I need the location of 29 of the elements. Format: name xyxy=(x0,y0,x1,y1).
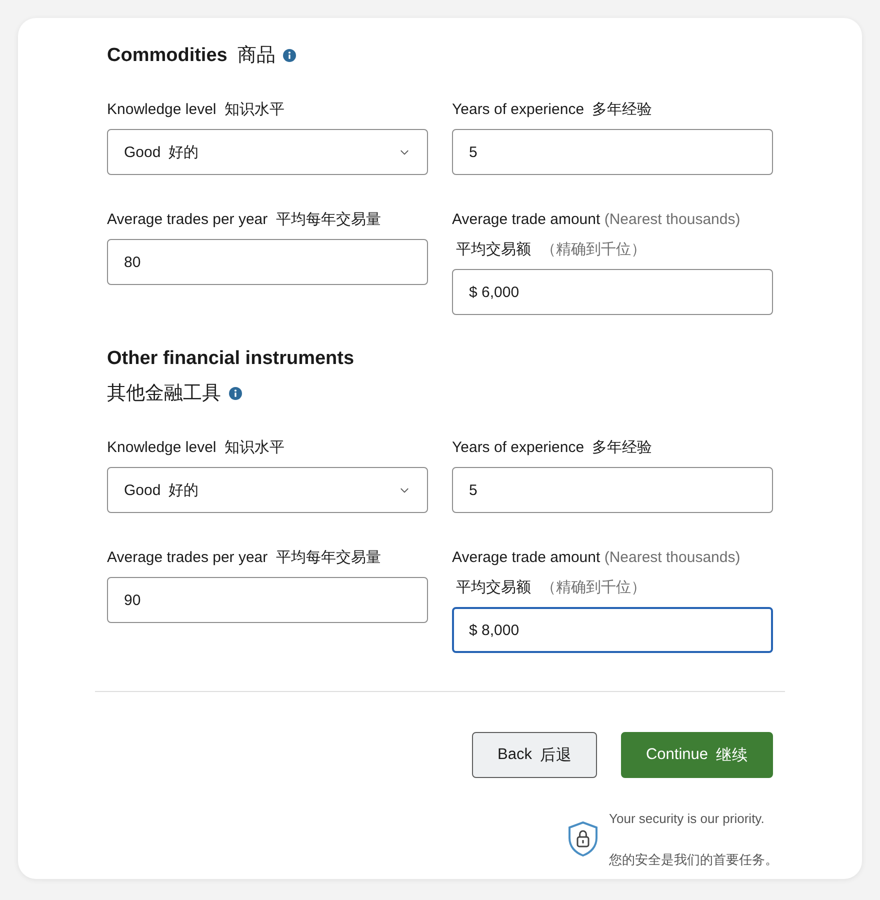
section-title: 其他金融工具 xyxy=(107,382,221,406)
security-note: Your security is our priority. xyxy=(609,810,766,827)
field-label: Average trade amount (Nearest thousands) 平均交易额 （精确到千位） xyxy=(452,210,742,260)
input-field[interactable]: 5 xyxy=(452,129,773,175)
field-label: Average trades per year 平均每年交易量 xyxy=(107,210,382,230)
field-label: Knowledge level 知识水平 xyxy=(107,100,286,120)
field-label: Knowledge level 知识水平 xyxy=(107,438,286,458)
input-field[interactable]: $ 8,000 xyxy=(452,607,773,653)
input-field[interactable]: 90 xyxy=(107,577,428,623)
input-field[interactable]: 5 xyxy=(452,467,773,513)
security-note: 您的安全是我们的首要任务。 xyxy=(609,851,778,868)
section-title: 商品 xyxy=(237,44,276,68)
back-button[interactable]: Back 后退 xyxy=(472,732,597,778)
chevron-icon xyxy=(400,488,409,492)
field-label: Years of experience 多年经验 xyxy=(452,438,654,458)
dropdown-field[interactable]: Good 好的 xyxy=(107,129,428,175)
info-icon[interactable] xyxy=(229,387,242,400)
field-label: Average trades per year 平均每年交易量 xyxy=(107,548,382,568)
shield-lock-icon xyxy=(567,821,599,857)
field-label: Years of experience 多年经验 xyxy=(452,100,654,120)
field-label: Average trade amount (Nearest thousands) 平均交易额 （精确到千位） xyxy=(452,548,742,598)
input-field[interactable]: 80 xyxy=(107,239,428,285)
section-title: Commodities xyxy=(107,44,228,68)
continue-button[interactable]: Continue 继续 xyxy=(620,732,773,778)
input-field[interactable]: $ 6,000 xyxy=(452,269,773,315)
dropdown-field[interactable]: Good 好的 xyxy=(107,467,428,513)
chevron-icon xyxy=(400,150,409,154)
section-title: Other financial instruments xyxy=(107,347,354,371)
info-icon[interactable] xyxy=(283,49,296,62)
